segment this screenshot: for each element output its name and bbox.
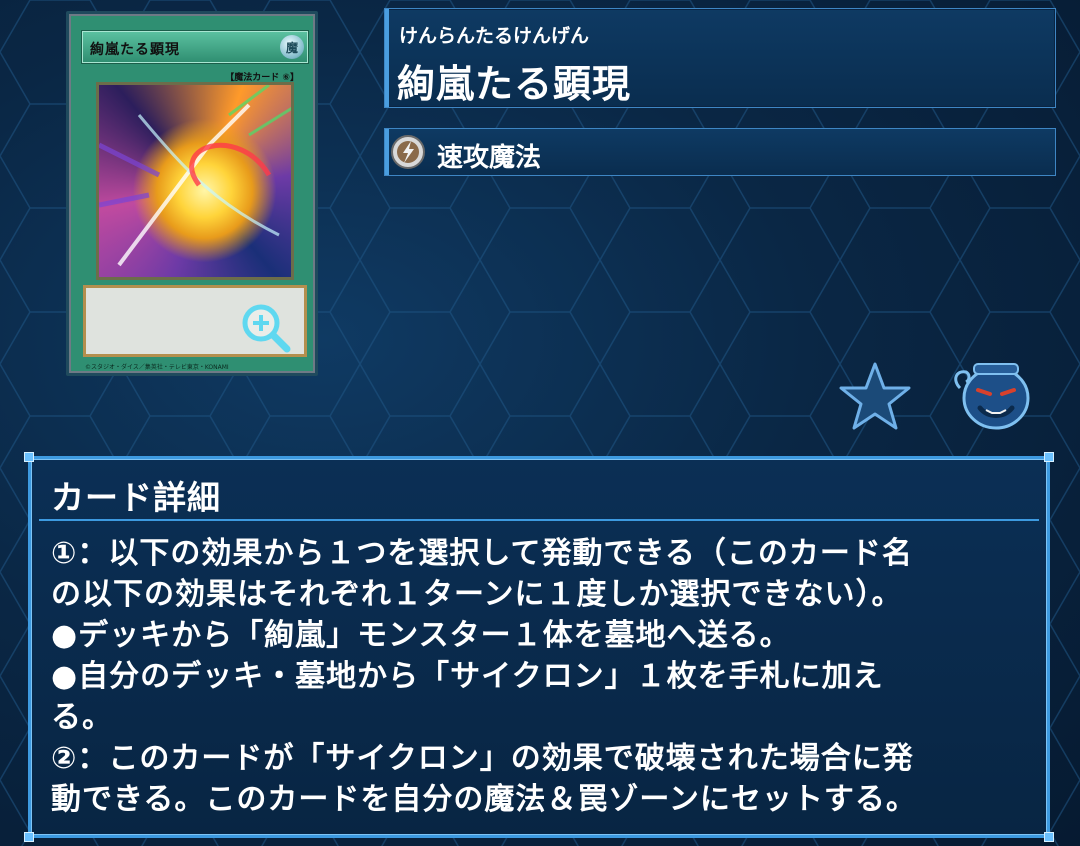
pot-icon[interactable] xyxy=(952,358,1040,434)
attribute-icon: 魔 xyxy=(280,35,304,59)
effect-text: ①：以下の効果から１つを選択して発動できる（このカード名 の以下の効果はそれぞれ… xyxy=(51,533,1041,820)
card-image-name: 絢嵐たる顕現 xyxy=(90,42,180,58)
spell-type-label: 速攻魔法 xyxy=(437,143,542,173)
card-name-box: 絢嵐たる顕現 魔 xyxy=(81,30,309,64)
artwork-streaks xyxy=(99,85,291,267)
effect-line: ①：以下の効果から１つを選択して発動できる（このカード名 xyxy=(51,536,913,571)
card-copyright: ©スタジオ・ダイス／集英社・テレビ東京・KONAMI xyxy=(85,364,229,371)
effect-line: の以下の効果はそれぞれ１ターンに１度しか選択できない）。 xyxy=(51,577,903,612)
card-title: 絢嵐たる顕現 xyxy=(397,62,632,106)
effect-line: ②：このカードが「サイクロン」の効果で破壊された場合に発 xyxy=(51,741,914,776)
effect-line: 動できる。このカードを自分の魔法＆罠ゾーンにセットする。 xyxy=(51,782,917,817)
spell-type-panel: 速攻魔法 xyxy=(384,128,1056,176)
panel-corner xyxy=(1044,452,1054,462)
detail-divider xyxy=(39,519,1039,521)
card-reading: けんらんたるけんげん xyxy=(399,25,590,47)
effect-line: ●デッキから「絢嵐」モンスター１体を墓地へ送る。 xyxy=(51,618,791,653)
card-image[interactable]: 絢嵐たる顕現 魔 【魔法カード ⑥】 ©スタジオ・ダイス／集英社・テレビ東京・K… xyxy=(66,11,318,376)
effect-line: る。 xyxy=(51,700,113,735)
star-icon[interactable] xyxy=(838,360,912,432)
zoom-in-icon[interactable] xyxy=(237,299,293,355)
effect-line: ●自分のデッキ・墓地から「サイクロン」１枚を手札に加え xyxy=(51,659,884,694)
card-artwork xyxy=(96,82,294,280)
card-name-panel: けんらんたるけんげん 絢嵐たる顕現 xyxy=(384,8,1056,108)
detail-heading: カード詳細 xyxy=(51,478,221,517)
panel-corner xyxy=(24,832,34,842)
quick-play-icon xyxy=(391,135,425,169)
panel-corner xyxy=(1044,832,1054,842)
card-detail-panel: カード詳細 ①：以下の効果から１つを選択して発動できる（このカード名 の以下の効… xyxy=(24,452,1054,842)
panel-corner xyxy=(24,452,34,462)
